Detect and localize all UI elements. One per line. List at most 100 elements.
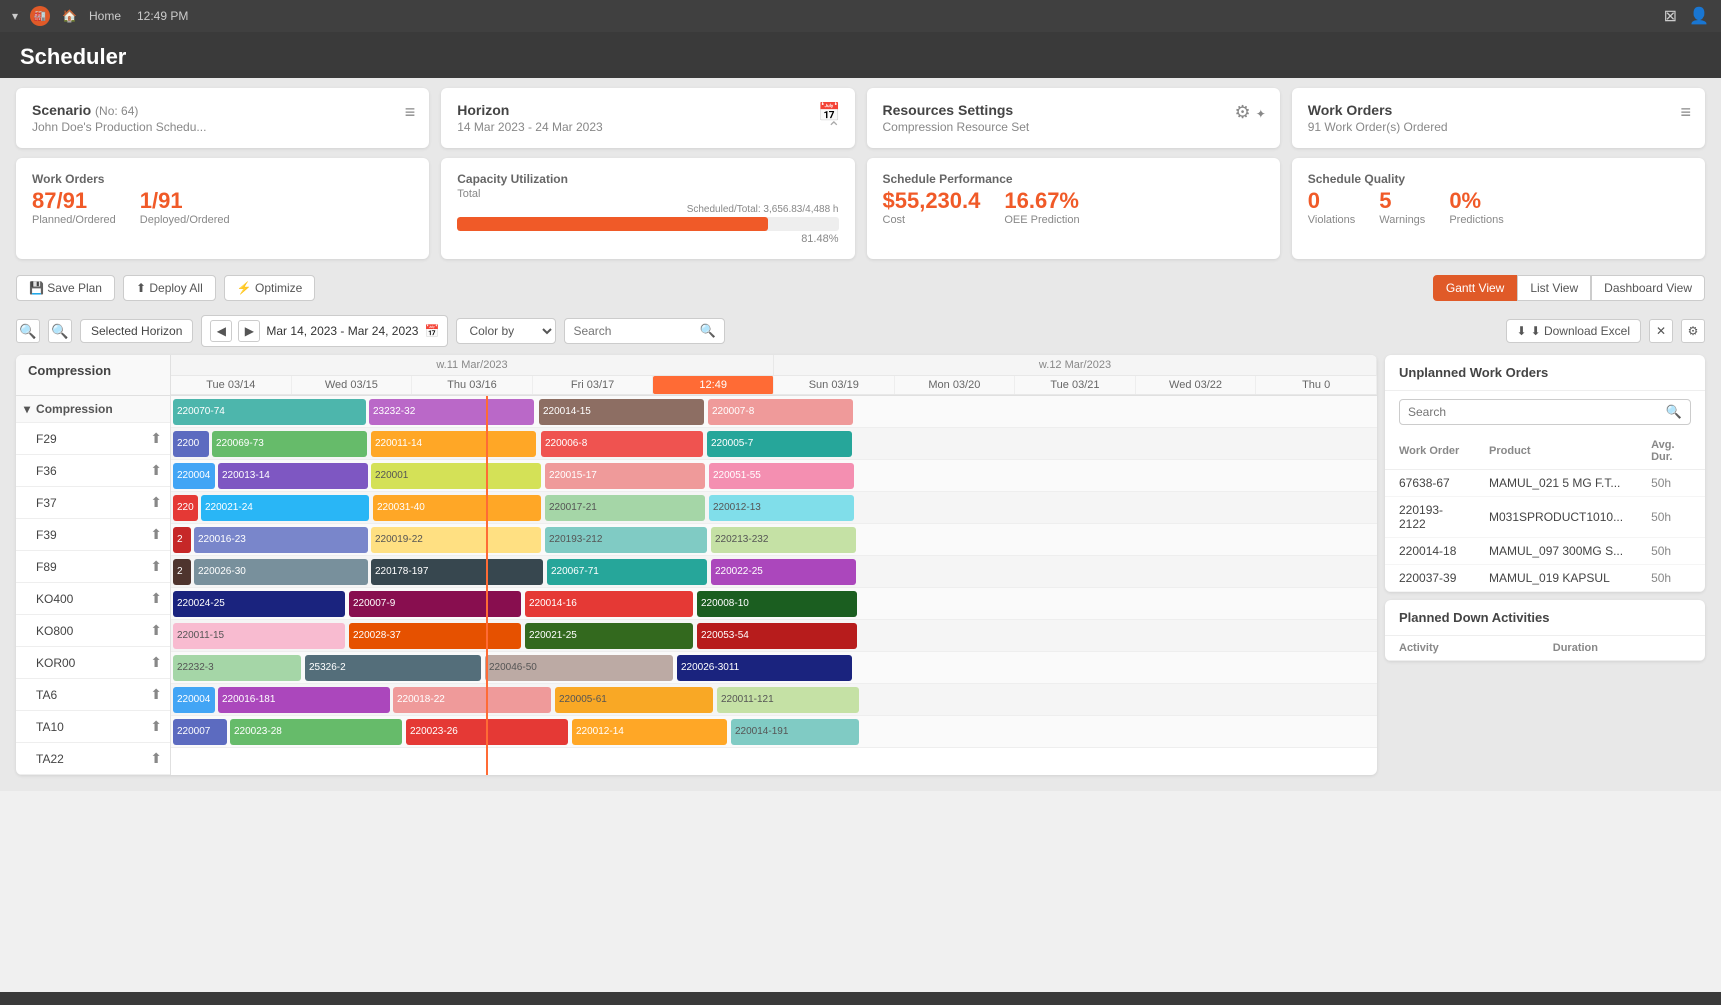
horizon-collapse-icon[interactable]: ⌃: [827, 118, 840, 138]
block-220015-17[interactable]: 220015-17: [545, 463, 705, 489]
zoom-in-button[interactable]: 🔍: [48, 319, 72, 343]
block-220007-8[interactable]: 220007-8: [708, 399, 853, 425]
date-prev-button[interactable]: ◀: [210, 320, 232, 342]
block-220021-25[interactable]: 220021-25: [525, 623, 693, 649]
search-input[interactable]: [573, 324, 693, 338]
block-220013-14[interactable]: 220013-14: [218, 463, 368, 489]
block-220070-74[interactable]: 220070-74: [173, 399, 366, 425]
home-label: Home: [89, 9, 121, 23]
date-next-button[interactable]: ▶: [238, 320, 260, 342]
resources-icon[interactable]: ⚙ ✦: [1235, 102, 1266, 123]
block-220017-21[interactable]: 220017-21: [545, 495, 705, 521]
group-collapse-icon[interactable]: ▾: [24, 402, 30, 416]
workorders-icon[interactable]: ≡: [1680, 102, 1691, 123]
block-220014-191[interactable]: 220014-191: [731, 719, 859, 745]
block-220006-8[interactable]: 220006-8: [541, 431, 703, 457]
color-by-select[interactable]: Color by: [456, 318, 556, 344]
block-2-r4[interactable]: 2: [173, 527, 191, 553]
block-220069-73[interactable]: 220069-73: [212, 431, 367, 457]
block-25326-2[interactable]: 25326-2: [305, 655, 481, 681]
zoom-out-button[interactable]: 🔍: [16, 319, 40, 343]
block-220028-37[interactable]: 220028-37: [349, 623, 521, 649]
block-220012-13[interactable]: 220012-13: [709, 495, 854, 521]
block-220031-40[interactable]: 220031-40: [373, 495, 541, 521]
optimize-button[interactable]: ⚡ Optimize: [224, 275, 316, 301]
upload-icon-f39[interactable]: ⬆: [150, 526, 162, 543]
block-220024-25[interactable]: 220024-25: [173, 591, 345, 617]
block-220011-121[interactable]: 220011-121: [717, 687, 859, 713]
block-220004-r2[interactable]: 220004: [173, 463, 215, 489]
upload-icon-ko400[interactable]: ⬆: [150, 590, 162, 607]
search-icon[interactable]: 🔍: [699, 323, 715, 339]
block-22232-3[interactable]: 22232-3: [173, 655, 301, 681]
block-220018-22[interactable]: 220018-22: [393, 687, 551, 713]
line-row-f29: F29 ⬆: [16, 423, 170, 455]
block-23232-32[interactable]: 23232-32: [369, 399, 534, 425]
block-220011-15[interactable]: 220011-15: [173, 623, 345, 649]
block-220178-197[interactable]: 220178-197: [371, 559, 543, 585]
block-220014-15[interactable]: 220014-15: [539, 399, 704, 425]
block-220004-r9[interactable]: 220004: [173, 687, 215, 713]
upload-icon-ta10[interactable]: ⬆: [150, 718, 162, 735]
unplanned-search-icon[interactable]: 🔍: [1666, 404, 1682, 420]
block-220026-3011[interactable]: 220026-3011: [677, 655, 852, 681]
upload-icon-kor00[interactable]: ⬆: [150, 654, 162, 671]
block-220014-16[interactable]: 220014-16: [525, 591, 693, 617]
block-220008-10[interactable]: 220008-10: [697, 591, 857, 617]
block-220016-181[interactable]: 220016-181: [218, 687, 390, 713]
save-plan-button[interactable]: 💾 Save Plan: [16, 275, 115, 301]
scenario-icon[interactable]: ≡: [405, 102, 416, 123]
unplanned-search-input[interactable]: [1408, 405, 1660, 419]
block-220007-9[interactable]: 220007-9: [349, 591, 521, 617]
upload-icon-ko800[interactable]: ⬆: [150, 622, 162, 639]
block-220001[interactable]: 220001: [371, 463, 541, 489]
block-220046-50[interactable]: 220046-50: [485, 655, 673, 681]
block-220005-7[interactable]: 220005-7: [707, 431, 852, 457]
download-excel-button[interactable]: ⬇ ⬇ Download Excel: [1506, 319, 1642, 343]
tab-dashboard[interactable]: Dashboard View: [1591, 275, 1705, 301]
upload-icon-ta6[interactable]: ⬆: [150, 686, 162, 703]
block-220005-61[interactable]: 220005-61: [555, 687, 713, 713]
tab-gantt[interactable]: Gantt View: [1433, 275, 1517, 301]
block-220023-28[interactable]: 220023-28: [230, 719, 402, 745]
unplanned-header: Unplanned Work Orders: [1385, 355, 1705, 391]
block-2200[interactable]: 2200: [173, 431, 209, 457]
block-220213-232[interactable]: 220213-232: [711, 527, 856, 553]
maximize-icon[interactable]: ⊠: [1664, 6, 1677, 26]
gantt-settings-button[interactable]: ⚙: [1681, 319, 1705, 343]
sidebar-panel: Unplanned Work Orders 🔍 Work Order Produ…: [1385, 355, 1705, 775]
selected-horizon-button[interactable]: Selected Horizon: [80, 319, 193, 343]
unplanned-workorders-card: Unplanned Work Orders 🔍 Work Order Produ…: [1385, 355, 1705, 592]
tab-list[interactable]: List View: [1517, 275, 1591, 301]
upload-icon-f37[interactable]: ⬆: [150, 494, 162, 511]
table-row: 220193-2122 M031SPRODUCT1010... 50h: [1385, 497, 1705, 538]
block-220026-30[interactable]: 220026-30: [194, 559, 368, 585]
metric-schedule: Schedule Performance $55,230.4 Cost 16.6…: [867, 158, 1280, 259]
deploy-all-button[interactable]: ⬆ Deploy All: [123, 275, 216, 301]
line-row-ta6: TA6 ⬆: [16, 679, 170, 711]
block-220051-55[interactable]: 220051-55: [709, 463, 854, 489]
calendar-icon[interactable]: 📅: [424, 324, 439, 338]
home-icon[interactable]: 🏠: [62, 9, 77, 23]
upload-icon-ta22[interactable]: ⬆: [150, 750, 162, 767]
block-220-r3[interactable]: 220: [173, 495, 198, 521]
block-2-r5[interactable]: 2: [173, 559, 191, 585]
block-220067-71[interactable]: 220067-71: [547, 559, 707, 585]
line-f89-label: F89: [36, 560, 57, 574]
block-220007-r10[interactable]: 220007: [173, 719, 227, 745]
block-220053-54[interactable]: 220053-54: [697, 623, 857, 649]
close-gantt-button[interactable]: ✕: [1649, 319, 1673, 343]
block-220022-25[interactable]: 220022-25: [711, 559, 856, 585]
block-220011-14[interactable]: 220011-14: [371, 431, 536, 457]
user-icon[interactable]: 👤: [1689, 6, 1709, 26]
block-220019-22[interactable]: 220019-22: [371, 527, 541, 553]
block-220016-23[interactable]: 220016-23: [194, 527, 368, 553]
block-220012-14[interactable]: 220012-14: [572, 719, 727, 745]
block-220193-212[interactable]: 220193-212: [545, 527, 707, 553]
upload-icon-f89[interactable]: ⬆: [150, 558, 162, 575]
dur-0: 50h: [1637, 470, 1705, 497]
block-220021-24[interactable]: 220021-24: [201, 495, 369, 521]
upload-icon-f29[interactable]: ⬆: [150, 430, 162, 447]
upload-icon-f36[interactable]: ⬆: [150, 462, 162, 479]
block-220023-26[interactable]: 220023-26: [406, 719, 568, 745]
